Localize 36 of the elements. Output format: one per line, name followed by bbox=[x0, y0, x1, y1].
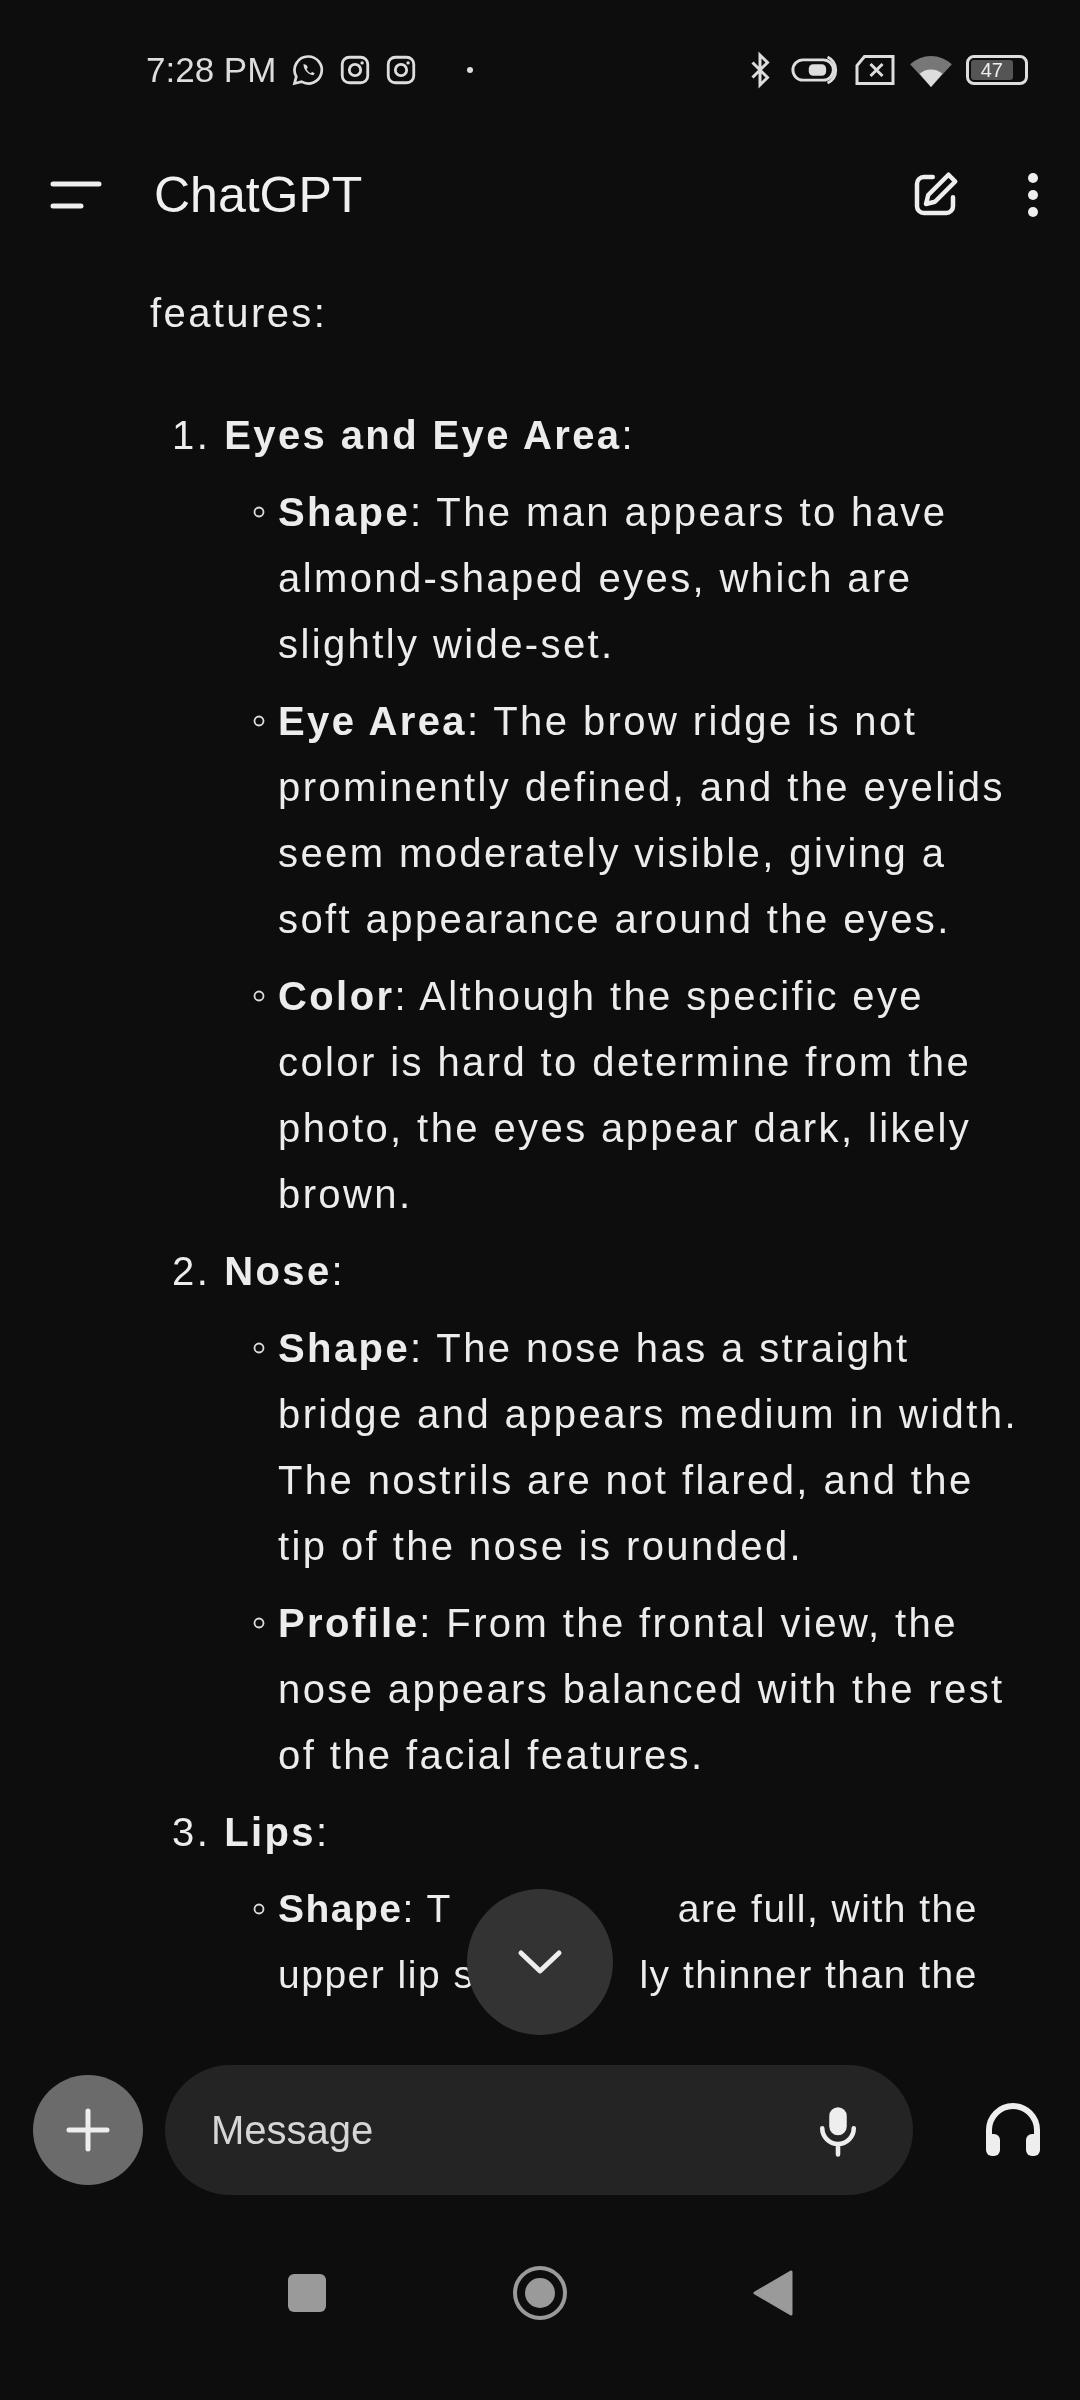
bullet-icon bbox=[253, 506, 265, 518]
status-time: 7:28 PM bbox=[146, 50, 277, 90]
bullet-icon bbox=[253, 1617, 265, 1629]
dot-icon bbox=[466, 66, 475, 74]
list-heading: Lips: bbox=[224, 1809, 330, 1856]
recents-icon[interactable] bbox=[287, 2272, 327, 2313]
list-heading: Eyes and Eye Area: bbox=[224, 412, 635, 459]
message-input[interactable]: Message bbox=[209, 2106, 817, 2154]
home-icon[interactable] bbox=[512, 2264, 568, 2321]
bullet-text: Profile: From the frontal view, the nose appears balanced with the rest of the facial features. bbox=[278, 1600, 1006, 1779]
message-field[interactable]: Message bbox=[165, 2065, 913, 2195]
bullet-icon bbox=[253, 1903, 265, 1915]
bullet-text: Color: Although the specific eye color is hard to determine from the photo, the eyes appear dark, likely brown. bbox=[278, 973, 973, 1218]
list-number: 2. bbox=[172, 1248, 211, 1295]
bullet-icon bbox=[253, 990, 265, 1002]
no-sim-icon bbox=[854, 53, 896, 87]
menu-icon[interactable] bbox=[50, 180, 102, 210]
plus-icon bbox=[66, 2108, 110, 2152]
back-icon[interactable] bbox=[753, 2269, 793, 2316]
bullet-text: Shape: The nose has a straight bridge and appears medium in width. The nostrils are not flared, and the tip of the nose is rounded. bbox=[278, 1325, 1019, 1570]
list-heading: Nose: bbox=[224, 1248, 346, 1295]
headphones-icon[interactable] bbox=[983, 2102, 1043, 2158]
bullet-icon bbox=[253, 1342, 265, 1354]
message-text: features: bbox=[150, 290, 329, 337]
bullet-text: Shape: T bbox=[278, 1886, 452, 1932]
app-title: ChatGPT bbox=[154, 166, 363, 224]
bullet-text: Shape: The man appears to have almond-shaped eyes, which are slightly wide-set. bbox=[278, 489, 949, 668]
bullet-text: are full, with the bbox=[677, 1886, 978, 1932]
chevron-down-icon bbox=[517, 1949, 563, 1975]
list-number: 1. bbox=[172, 412, 211, 459]
bullet-text: ly thinner than the bbox=[639, 1952, 978, 1998]
battery-icon: 47 bbox=[966, 55, 1028, 85]
bullet-text: Eye Area: The brow ridge is not prominently defined, and the eyelids seem moderately visible, giving a soft appearance around the eyes. bbox=[278, 698, 1006, 943]
more-icon[interactable] bbox=[1026, 171, 1040, 219]
list-number: 3. bbox=[172, 1809, 211, 1856]
bullet-icon bbox=[253, 715, 265, 727]
